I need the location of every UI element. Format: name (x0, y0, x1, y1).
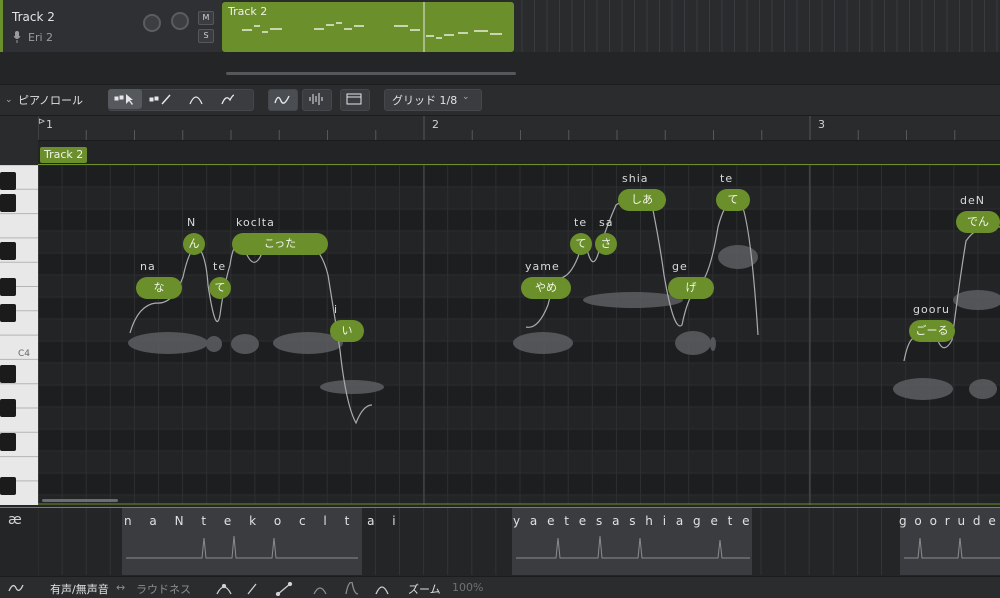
waveform-icon (309, 93, 323, 105)
track-tag[interactable]: Track 2 (40, 147, 88, 163)
track-header[interactable] (0, 0, 222, 53)
note[interactable]: ごーる (909, 320, 955, 342)
note[interactable]: さ (595, 233, 617, 255)
note-phoneme: shia (622, 172, 649, 185)
microphone-icon (13, 31, 21, 43)
note-phoneme: te (213, 260, 227, 273)
tool-icons (114, 94, 234, 105)
loop-start-flag-icon[interactable]: ⊳ (38, 117, 46, 127)
swap-icon[interactable]: ↔ (116, 581, 125, 594)
bar-number: 1 (46, 118, 53, 131)
note-phoneme: te (574, 216, 588, 229)
note[interactable]: て (570, 233, 592, 255)
loudness-tab[interactable]: ラウドネス (136, 581, 191, 597)
note-phoneme: na (140, 260, 156, 273)
note-phoneme: yame (525, 260, 560, 273)
solo-button[interactable]: S (198, 29, 214, 43)
note[interactable]: て (716, 189, 750, 211)
note-phoneme: deN (960, 194, 985, 207)
c4-key-label: C4 (18, 349, 31, 359)
phoneme-group: y a e t e s a s h i a g e t e (513, 514, 753, 528)
phoneme-group: g o o r u d e N w (899, 514, 998, 528)
track-name[interactable]: Track 2 (12, 10, 55, 24)
grid-select-label: グリッド 1/8 (392, 94, 458, 107)
phoneme-group: n a N t e k o c l t a i (124, 514, 403, 528)
note[interactable]: げ (668, 277, 714, 299)
note[interactable]: しあ (618, 189, 666, 211)
bar-number: 3 (818, 118, 825, 131)
note[interactable]: い (330, 320, 364, 342)
zoom-value[interactable]: 100% (452, 581, 483, 594)
note[interactable]: て (209, 277, 231, 299)
note-phoneme: ge (672, 260, 688, 273)
collapse-chevron-icon[interactable]: ⌄ (5, 95, 13, 105)
panel-icon (346, 93, 362, 105)
note-phoneme: sa (599, 216, 614, 229)
note[interactable]: な (136, 277, 182, 299)
track-color-strip (0, 0, 3, 52)
arrangement-scrollbar[interactable] (226, 72, 516, 75)
arrangement-scroll-area[interactable] (0, 52, 1000, 82)
note[interactable]: やめ (521, 277, 571, 299)
pitch-curve[interactable] (38, 165, 1000, 505)
note[interactable]: ん (183, 233, 205, 255)
note-phoneme: te (720, 172, 734, 185)
note-phoneme: i (334, 303, 339, 316)
note-phoneme: gooru (913, 303, 950, 316)
voiced-unvoiced-tab[interactable]: 有声/無声音 (50, 581, 109, 597)
note[interactable]: でん (956, 211, 1000, 233)
ruler-ticks (38, 116, 956, 140)
pan-knob[interactable] (171, 12, 189, 30)
volume-knob[interactable] (143, 14, 161, 32)
note-phoneme: N (187, 216, 197, 229)
pitch-param-icon[interactable] (8, 582, 24, 594)
region-note-preview (242, 2, 502, 52)
chevron-down-icon: ⌄ (462, 92, 470, 102)
note-phoneme: koclta (236, 216, 275, 229)
note[interactable]: こった (232, 233, 328, 255)
piano-keyboard[interactable] (0, 164, 38, 505)
piano-roll-title: ピアノロール (18, 94, 84, 107)
track-lane-header (38, 141, 1000, 165)
phoneme-icon: æ (8, 512, 22, 528)
mute-button[interactable]: M (198, 11, 214, 25)
horizontal-scrollbar[interactable] (42, 499, 118, 502)
bar-number: 2 (432, 118, 439, 131)
ruler-corner (0, 116, 38, 165)
curve-tool-icons (216, 582, 389, 596)
zoom-label: ズーム (408, 583, 441, 596)
singer-name[interactable]: Eri 2 (28, 31, 53, 44)
pitch-curve-icon (274, 95, 290, 104)
